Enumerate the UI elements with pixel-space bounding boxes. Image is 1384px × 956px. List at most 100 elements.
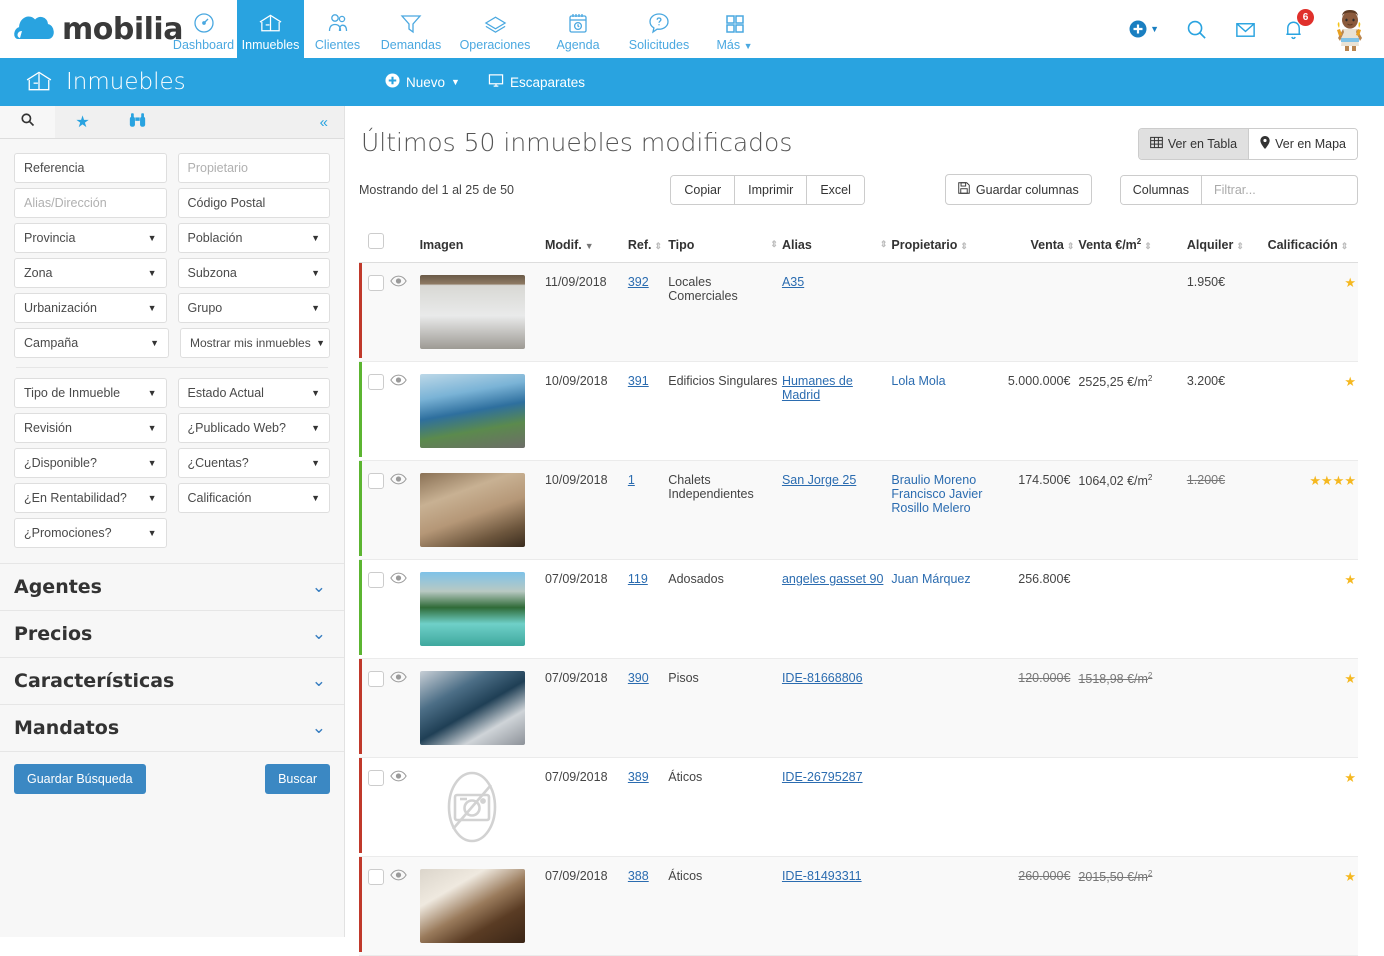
col-venta-m2[interactable]: Venta €/m2⇕ [1078, 225, 1186, 263]
imprimir-button[interactable]: Imprimir [735, 176, 807, 204]
ref-link[interactable]: 390 [628, 671, 649, 685]
nav-item-clientes[interactable]: Clientes [304, 0, 371, 58]
row-checkbox[interactable] [368, 770, 384, 786]
row-checkbox[interactable] [368, 869, 384, 885]
table-row[interactable]: 07/09/2018 119 Adosados angeles gasset 9… [359, 560, 1358, 659]
field-subzona[interactable]: Subzona ▼ [178, 258, 331, 288]
ver-en-tabla-button[interactable]: Ver en Tabla [1139, 129, 1249, 159]
row-checkbox[interactable] [368, 671, 384, 687]
table-row[interactable]: 07/09/2018 389 Áticos IDE-26795287 ★ [359, 758, 1358, 857]
filter-input[interactable]: Filtrar... [1202, 176, 1357, 204]
field-revision[interactable]: Revisión ▼ [14, 413, 167, 443]
add-plus-icon[interactable]: ▼ [1128, 18, 1159, 40]
mail-icon[interactable] [1234, 18, 1257, 41]
col-propietario[interactable]: Propietario⇕ [891, 225, 999, 263]
rating-stars[interactable]: ★ [1344, 572, 1356, 587]
col-modif[interactable]: Modif.▼ [545, 225, 628, 263]
sidebar-section-mandatos[interactable]: Mandatos ⌄ [0, 704, 344, 751]
property-thumbnail[interactable] [420, 671, 525, 745]
buscar-button[interactable]: Buscar [265, 764, 330, 794]
sidebar-tab-favourites[interactable]: ★ [55, 106, 110, 138]
col-alias[interactable]: Alias⇕ [782, 225, 891, 263]
property-thumbnail[interactable] [420, 473, 525, 547]
ref-link[interactable]: 389 [628, 770, 649, 784]
alias-link[interactable]: angeles gasset 90 [782, 572, 883, 586]
field-disponible[interactable]: ¿Disponible? ▼ [14, 448, 167, 478]
field-publicado-web[interactable]: ¿Publicado Web? ▼ [178, 413, 331, 443]
field-propietario[interactable]: Propietario [178, 153, 331, 183]
nuevo-button[interactable]: Nuevo ▼ [385, 73, 460, 91]
field-provincia[interactable]: Provincia ▼ [14, 223, 167, 253]
row-checkbox[interactable] [368, 275, 384, 291]
property-thumbnail[interactable] [420, 275, 525, 349]
search-icon[interactable] [1185, 18, 1208, 41]
nav-item-mas[interactable]: Más ▼ [701, 0, 768, 58]
columnas-button[interactable]: Columnas [1121, 176, 1202, 204]
table-row[interactable]: 07/09/2018 390 Pisos IDE-81668806 120.00… [359, 659, 1358, 758]
field-tipo-de-inmueble[interactable]: Tipo de Inmueble ▼ [14, 378, 167, 408]
rating-stars[interactable]: ★★★★ [1309, 473, 1356, 488]
nav-item-solicitudes[interactable]: Solicitudes [617, 0, 701, 58]
eye-icon[interactable] [390, 474, 407, 488]
col-tipo[interactable]: Tipo⇕ [668, 225, 782, 263]
guardar-columnas-button[interactable]: Guardar columnas [945, 174, 1092, 205]
table-row[interactable]: 10/09/2018 1 Chalets Independientes San … [359, 461, 1358, 560]
alias-link[interactable]: Humanes de Madrid [782, 374, 853, 402]
alias-link[interactable]: A35 [782, 275, 804, 289]
sidebar-collapse-button[interactable]: « [320, 106, 344, 138]
ref-link[interactable]: 391 [628, 374, 649, 388]
propietario-link[interactable]: Lola Mola [891, 374, 945, 388]
field-en-rentabilidad[interactable]: ¿En Rentabilidad? ▼ [14, 483, 167, 513]
property-thumbnail[interactable] [420, 869, 525, 943]
rating-stars[interactable]: ★ [1344, 275, 1356, 290]
field-mostrar-mis-inmuebles[interactable]: Mostrar mis inmuebles ▼ [180, 328, 330, 358]
eye-icon[interactable] [390, 573, 407, 587]
nav-item-inmuebles[interactable]: Inmuebles [237, 0, 304, 58]
rating-stars[interactable]: ★ [1344, 374, 1356, 389]
ver-en-mapa-button[interactable]: Ver en Mapa [1249, 129, 1357, 159]
propietario-link[interactable]: Braulio Moreno Francisco Javier Rosillo … [891, 473, 982, 515]
alias-link[interactable]: IDE-81668806 [782, 671, 863, 685]
select-all-checkbox[interactable] [368, 233, 384, 249]
eye-icon[interactable] [390, 870, 407, 884]
col-alquiler[interactable]: Alquiler⇕ [1187, 225, 1268, 263]
copiar-button[interactable]: Copiar [671, 176, 735, 204]
propietario-link[interactable]: Juan Márquez [891, 572, 970, 586]
sidebar-section-agentes[interactable]: Agentes ⌄ [0, 563, 344, 610]
eye-icon[interactable] [390, 375, 407, 389]
ref-link[interactable]: 392 [628, 275, 649, 289]
field-poblacion[interactable]: Población ▼ [178, 223, 331, 253]
nav-item-operaciones[interactable]: Operaciones [451, 0, 539, 58]
alias-link[interactable]: IDE-26795287 [782, 770, 863, 784]
eye-icon[interactable] [390, 771, 407, 785]
property-thumbnail[interactable] [420, 374, 525, 448]
table-row[interactable]: 07/09/2018 388 Áticos IDE-81493311 260.0… [359, 857, 1358, 956]
guardar-busqueda-button[interactable]: Guardar Búsqueda [14, 764, 146, 794]
sidebar-section-caracteristicas[interactable]: Características ⌄ [0, 657, 344, 704]
escaparates-button[interactable]: Escaparates [488, 73, 585, 91]
excel-button[interactable]: Excel [807, 176, 864, 204]
brand-logo-area[interactable]: mobilia [0, 0, 170, 58]
alias-link[interactable]: IDE-81493311 [782, 869, 862, 883]
field-urbanizacion[interactable]: Urbanización ▼ [14, 293, 167, 323]
field-codigo-postal[interactable]: Código Postal [178, 188, 331, 218]
field-grupo[interactable]: Grupo ▼ [178, 293, 331, 323]
sidebar-tab-binoculars[interactable] [110, 106, 165, 138]
field-zona[interactable]: Zona ▼ [14, 258, 167, 288]
table-row[interactable]: 10/09/2018 391 Edificios Singulares Huma… [359, 362, 1358, 461]
col-ref[interactable]: Ref.⇕ [628, 225, 668, 263]
bell-icon[interactable]: 6 [1283, 18, 1304, 41]
row-checkbox[interactable] [368, 374, 384, 390]
user-avatar[interactable] [1330, 8, 1370, 50]
row-checkbox[interactable] [368, 473, 384, 489]
nav-item-demandas[interactable]: Demandas [371, 0, 451, 58]
rating-stars[interactable]: ★ [1344, 869, 1356, 884]
col-venta[interactable]: Venta⇕ [1000, 225, 1079, 263]
col-calificacion[interactable]: Calificación⇕ [1268, 225, 1358, 263]
row-checkbox[interactable] [368, 572, 384, 588]
ref-link[interactable]: 1 [628, 473, 635, 487]
sidebar-tab-search[interactable] [0, 106, 55, 138]
field-campana[interactable]: Campaña ▼ [14, 328, 169, 358]
eye-icon[interactable] [390, 276, 407, 290]
field-referencia[interactable]: Referencia [14, 153, 167, 183]
